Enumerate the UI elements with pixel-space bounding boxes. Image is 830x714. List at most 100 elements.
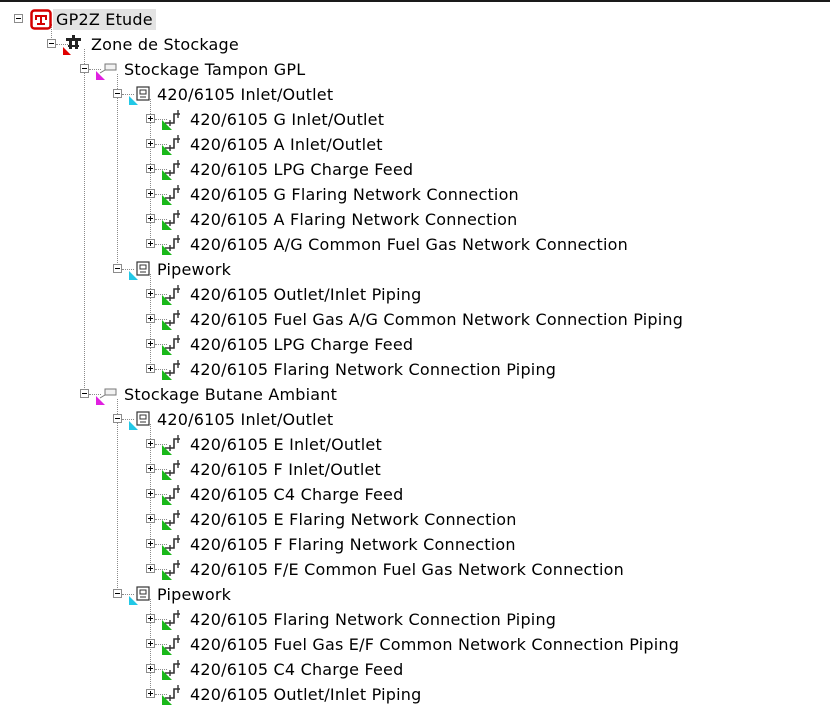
pipe-icon: [162, 484, 184, 505]
tree-node-group[interactable]: 420/6105 Inlet/Outlet: [0, 407, 830, 432]
tree-node-label[interactable]: 420/6105 E Inlet/Outlet: [187, 434, 385, 455]
tree-node-label[interactable]: 420/6105 Fuel Gas A/G Common Network Con…: [187, 309, 686, 330]
tree-node-item[interactable]: 420/6105 LPG Charge Feed: [0, 332, 830, 357]
tree-node-area[interactable]: Stockage Butane Ambiant: [0, 382, 830, 407]
pipe-icon: [162, 634, 184, 655]
tree-node-item[interactable]: 420/6105 F Flaring Network Connection: [0, 532, 830, 557]
expand-toggle[interactable]: [146, 514, 155, 523]
pipe-icon: [162, 334, 184, 355]
tree-node-label[interactable]: 420/6105 Flaring Network Connection Pipi…: [187, 359, 559, 380]
tree-node-item[interactable]: 420/6105 F Inlet/Outlet: [0, 457, 830, 482]
expand-toggle[interactable]: [146, 539, 155, 548]
collapse-toggle[interactable]: [113, 89, 122, 98]
tree-node-item[interactable]: 420/6105 Flaring Network Connection Pipi…: [0, 607, 830, 632]
collapse-toggle[interactable]: [113, 414, 122, 423]
tree-node-root[interactable]: GP2Z Etude: [0, 7, 830, 32]
tree-node-zone[interactable]: Zone de Stockage: [0, 32, 830, 57]
tree-node-label[interactable]: 420/6105 A Flaring Network Connection: [187, 209, 520, 230]
expand-toggle[interactable]: [146, 439, 155, 448]
tree-node-item[interactable]: 420/6105 A/G Common Fuel Gas Network Con…: [0, 232, 830, 257]
pipe-icon: [162, 684, 184, 705]
expand-toggle[interactable]: [146, 614, 155, 623]
tree-node-label[interactable]: 420/6105 G Inlet/Outlet: [187, 109, 387, 130]
tree-node-label[interactable]: 420/6105 A Inlet/Outlet: [187, 134, 386, 155]
expand-toggle[interactable]: [146, 364, 155, 373]
tree-node-label[interactable]: Zone de Stockage: [88, 34, 242, 55]
pipe-icon: [162, 534, 184, 555]
tree-node-label[interactable]: 420/6105 LPG Charge Feed: [187, 334, 416, 355]
pipe-icon: [162, 359, 184, 380]
tree-node-item[interactable]: 420/6105 C4 Charge Feed: [0, 657, 830, 682]
expand-toggle[interactable]: [146, 164, 155, 173]
tree-node-label[interactable]: GP2Z Etude: [53, 9, 156, 30]
expand-toggle[interactable]: [146, 239, 155, 248]
expand-toggle[interactable]: [146, 339, 155, 348]
tree-node-label[interactable]: 420/6105 Inlet/Outlet: [154, 409, 336, 430]
tree-node-label[interactable]: 420/6105 Inlet/Outlet: [154, 84, 336, 105]
tree-node-label[interactable]: 420/6105 F Inlet/Outlet: [187, 459, 384, 480]
tree-node-item[interactable]: 420/6105 LPG Charge Feed: [0, 157, 830, 182]
pipe-icon: [162, 509, 184, 530]
collapse-toggle[interactable]: [47, 39, 56, 48]
expand-toggle[interactable]: [146, 464, 155, 473]
expand-toggle[interactable]: [146, 489, 155, 498]
expand-toggle[interactable]: [146, 689, 155, 698]
unit-icon: [129, 259, 151, 280]
expand-toggle[interactable]: [146, 639, 155, 648]
collapse-toggle[interactable]: [113, 589, 122, 598]
tree-node-label[interactable]: Stockage Tampon GPL: [121, 59, 308, 80]
tree-node-label[interactable]: 420/6105 F Flaring Network Connection: [187, 534, 519, 555]
tree-node-label[interactable]: Pipework: [154, 584, 234, 605]
tree-node-label[interactable]: 420/6105 G Flaring Network Connection: [187, 184, 522, 205]
tree-node-label[interactable]: 420/6105 LPG Charge Feed: [187, 159, 416, 180]
expand-toggle[interactable]: [146, 564, 155, 573]
tree-node-label[interactable]: 420/6105 E Flaring Network Connection: [187, 509, 520, 530]
tree-node-item[interactable]: 420/6105 F/E Common Fuel Gas Network Con…: [0, 557, 830, 582]
tree-node-label[interactable]: Pipework: [154, 259, 234, 280]
tree-node-label[interactable]: 420/6105 Outlet/Inlet Piping: [187, 284, 424, 305]
tree-node-group[interactable]: Pipework: [0, 582, 830, 607]
tree-node-label[interactable]: 420/6105 A/G Common Fuel Gas Network Con…: [187, 234, 631, 255]
tree-node-item[interactable]: 420/6105 A Flaring Network Connection: [0, 207, 830, 232]
expand-toggle[interactable]: [146, 289, 155, 298]
pipe-icon: [162, 184, 184, 205]
collapse-toggle[interactable]: [14, 14, 23, 23]
tree-node-item[interactable]: 420/6105 Outlet/Inlet Piping: [0, 682, 830, 707]
expand-toggle[interactable]: [146, 664, 155, 673]
tree-node-label[interactable]: 420/6105 C4 Charge Feed: [187, 659, 406, 680]
tree-node-label[interactable]: 420/6105 F/E Common Fuel Gas Network Con…: [187, 559, 627, 580]
pipe-icon: [162, 234, 184, 255]
tree-node-label[interactable]: 420/6105 Outlet/Inlet Piping: [187, 684, 424, 705]
tree-node-item[interactable]: 420/6105 A Inlet/Outlet: [0, 132, 830, 157]
tree-node-item[interactable]: 420/6105 Fuel Gas A/G Common Network Con…: [0, 307, 830, 332]
tree-view[interactable]: GP2Z Etude Zone de Stockage Stockage Tampo…: [0, 7, 830, 707]
tree-node-label[interactable]: 420/6105 C4 Charge Feed: [187, 484, 406, 505]
tree-node-group[interactable]: Pipework: [0, 257, 830, 282]
tree-node-item[interactable]: 420/6105 E Flaring Network Connection: [0, 507, 830, 532]
tree-node-item[interactable]: 420/6105 Fuel Gas E/F Common Network Con…: [0, 632, 830, 657]
unit-icon: [129, 584, 151, 605]
collapse-toggle[interactable]: [80, 389, 89, 398]
tree-node-item[interactable]: 420/6105 G Flaring Network Connection: [0, 182, 830, 207]
tree-node-label[interactable]: Stockage Butane Ambiant: [121, 384, 340, 405]
tree-node-label[interactable]: 420/6105 Flaring Network Connection Pipi…: [187, 609, 559, 630]
collapse-toggle[interactable]: [113, 264, 122, 273]
unit-icon: [129, 84, 151, 105]
expand-toggle[interactable]: [146, 314, 155, 323]
tree-node-item[interactable]: 420/6105 E Inlet/Outlet: [0, 432, 830, 457]
tree-node-area[interactable]: Stockage Tampon GPL: [0, 57, 830, 82]
pipe-icon: [162, 159, 184, 180]
tree-node-item[interactable]: 420/6105 Outlet/Inlet Piping: [0, 282, 830, 307]
tree-node-item[interactable]: 420/6105 C4 Charge Feed: [0, 482, 830, 507]
expand-toggle[interactable]: [146, 114, 155, 123]
expand-toggle[interactable]: [146, 189, 155, 198]
tree-node-item[interactable]: 420/6105 G Inlet/Outlet: [0, 107, 830, 132]
pipe-icon: [162, 434, 184, 455]
tree-node-label[interactable]: 420/6105 Fuel Gas E/F Common Network Con…: [187, 634, 682, 655]
expand-toggle[interactable]: [146, 139, 155, 148]
collapse-toggle[interactable]: [80, 64, 89, 73]
area-icon: [96, 384, 118, 405]
expand-toggle[interactable]: [146, 214, 155, 223]
tree-node-group[interactable]: 420/6105 Inlet/Outlet: [0, 82, 830, 107]
tree-node-item[interactable]: 420/6105 Flaring Network Connection Pipi…: [0, 357, 830, 382]
